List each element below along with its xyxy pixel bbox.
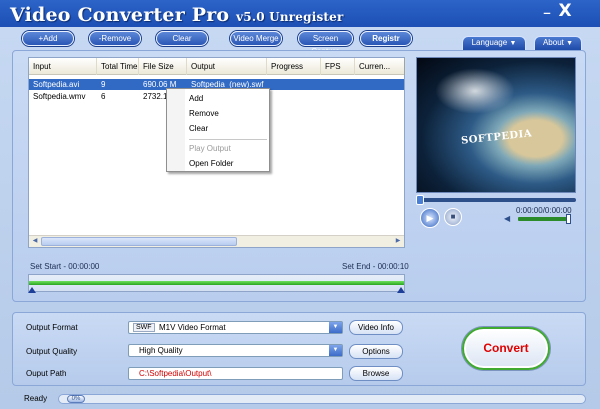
preview-highlight — [435, 68, 515, 114]
scroll-left-icon[interactable]: ◀ — [29, 236, 41, 247]
close-button[interactable]: X — [556, 3, 574, 20]
format-badge: SWF — [133, 323, 155, 332]
chevron-down-icon: ▼ — [566, 40, 574, 47]
video-merge-button[interactable]: Video Merge — [230, 31, 282, 46]
cell-total-time: 6 — [101, 92, 106, 101]
output-path-value: C:\Softpedia\Output\ — [139, 369, 212, 378]
video-info-button[interactable]: Video Info — [349, 320, 403, 335]
context-item-open-folder[interactable]: Open Folder — [189, 158, 233, 169]
cell-input: Softpedia.avi — [33, 80, 80, 89]
language-menu[interactable]: Language ▼ — [462, 36, 526, 50]
start-marker-icon[interactable] — [28, 287, 36, 293]
video-preview: SOFTPEDIA — [416, 57, 576, 193]
convert-button[interactable]: Convert — [462, 327, 550, 370]
column-current[interactable]: Curren... — [355, 58, 406, 75]
minimize-button[interactable]: _ — [538, 1, 556, 19]
context-item-play-output: Play Output — [189, 144, 231, 153]
conversion-progress: 0% — [58, 394, 586, 404]
context-item-clear[interactable]: Clear — [189, 123, 208, 134]
column-output[interactable]: Output — [187, 58, 267, 75]
end-marker-icon[interactable] — [397, 287, 405, 293]
browse-button[interactable]: Browse — [349, 366, 403, 381]
progress-knob: 0% — [67, 395, 85, 403]
output-quality-value: High Quality — [139, 346, 183, 355]
app-version: v5.0 Unregister — [236, 10, 344, 24]
context-item-add[interactable]: Add — [189, 93, 203, 104]
context-menu: Add Remove Clear Play Output Open Folder — [166, 88, 270, 172]
context-item-remove[interactable]: Remove — [189, 108, 219, 119]
clear-button[interactable]: Clear — [156, 31, 208, 46]
scroll-right-icon[interactable]: ▶ — [392, 236, 404, 247]
cell-total-time: 9 — [101, 80, 106, 89]
screen-capture-button[interactable]: Screen Capture — [298, 31, 353, 56]
trim-timeline[interactable] — [28, 274, 405, 293]
about-label: About — [542, 38, 564, 47]
output-format-label: Output Format — [26, 323, 78, 332]
cell-input: Softpedia.wmv — [33, 92, 86, 101]
column-progress[interactable]: Progress — [267, 58, 321, 75]
play-icon: ▶ — [426, 213, 434, 223]
column-input[interactable]: Input — [29, 58, 97, 75]
output-quality-label: Output Quality — [26, 347, 78, 356]
chevron-down-icon[interactable]: ▼ — [329, 322, 342, 333]
context-menu-gutter — [167, 89, 185, 171]
window-title: Video Converter Pro v5.0 Unregister — [10, 4, 344, 26]
column-file-size[interactable]: File Size — [139, 58, 187, 75]
set-start-label: Set Start - 00:00:00 — [30, 262, 100, 271]
status-text: Ready — [24, 394, 48, 403]
preview-time: 0:00:00/0:00:00 — [516, 206, 572, 215]
output-format-value: M1V Video Format — [159, 323, 226, 332]
about-menu[interactable]: About ▼ — [534, 36, 582, 50]
context-separator — [189, 139, 267, 140]
stop-icon: ■ — [450, 212, 456, 221]
options-button[interactable]: Options — [349, 344, 403, 359]
volume-slider[interactable] — [518, 214, 571, 224]
volume-knob[interactable] — [566, 214, 571, 224]
column-total-time[interactable]: Total Time — [97, 58, 139, 75]
stop-button[interactable]: ■ — [444, 208, 462, 226]
column-fps[interactable]: FPS — [321, 58, 355, 75]
seek-knob[interactable] — [416, 195, 424, 205]
scroll-thumb[interactable] — [41, 237, 237, 246]
play-button[interactable]: ▶ — [420, 208, 440, 228]
language-label: Language — [471, 38, 508, 47]
output-path-field[interactable]: C:\Softpedia\Output\ — [128, 367, 343, 380]
app-name: Video Converter Pro — [10, 4, 230, 26]
register-button[interactable]: Registr — [360, 31, 412, 46]
app-window: Video Converter Pro v5.0 Unregister _ X … — [0, 0, 600, 409]
file-list-header: Input Total Time File Size Output Progre… — [29, 58, 406, 75]
set-end-label: Set End - 00:00:10 — [342, 262, 409, 271]
preview-seek-bar[interactable] — [416, 195, 576, 205]
add-button[interactable]: +Add — [22, 31, 74, 46]
speaker-icon[interactable]: ◀ — [504, 214, 510, 223]
chevron-down-icon[interactable]: ▼ — [329, 345, 342, 356]
output-format-select[interactable]: SWF M1V Video Format ▼ — [128, 321, 343, 334]
output-path-label: Ouput Path — [26, 369, 67, 378]
timeline-range — [29, 281, 404, 285]
chevron-down-icon: ▼ — [509, 40, 517, 47]
horizontal-scrollbar[interactable]: ◀ ▶ — [29, 235, 404, 247]
remove-button[interactable]: -Remove — [89, 31, 141, 46]
output-quality-select[interactable]: High Quality ▼ — [128, 344, 343, 357]
